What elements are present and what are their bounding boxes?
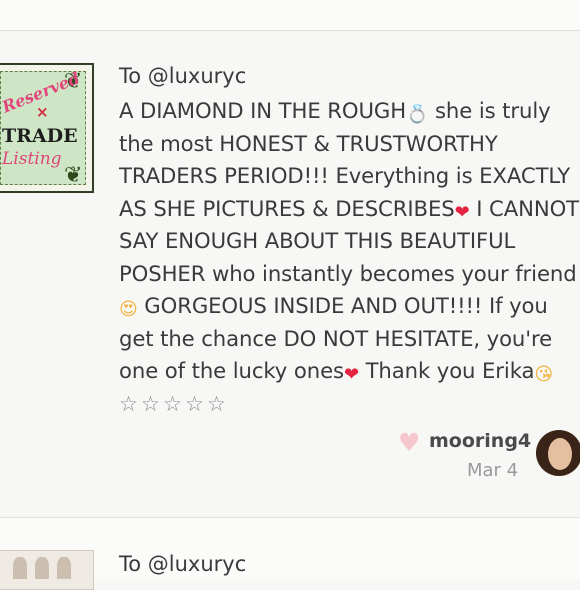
avatar-face — [548, 438, 572, 470]
comment-text: Thank you Erika — [358, 358, 535, 383]
review-comment: A DIAMOND IN THE ROUGH💍 she is truly the… — [119, 95, 580, 420]
thumbnail-x-mark: × — [36, 103, 49, 121]
floral-corner-icon: ❦ — [64, 163, 83, 188]
heart-eyes-icon: 😍 — [119, 299, 138, 320]
review-recipient[interactable]: To @luxuryc — [119, 552, 246, 576]
listing-thumbnail[interactable]: ❦ ❦ Reserved × TRADE Listing — [0, 63, 94, 193]
red-heart-icon: ❤ — [454, 201, 470, 223]
previous-card-bottom — [0, 0, 580, 30]
thumbnail-figure — [57, 557, 71, 579]
red-heart-icon: ❤ — [343, 364, 359, 385]
reviewer-username[interactable]: mooring4 — [429, 430, 531, 452]
diamond-ring-icon: 💍 — [406, 104, 429, 125]
thumbnail-trade-text: TRADE — [2, 125, 78, 147]
like-heart-icon[interactable]: ♥ — [398, 430, 420, 455]
kissing-face-icon: 😘 — [534, 364, 554, 385]
thumbnail-figure — [13, 557, 27, 579]
review-date: Mar 4 — [467, 460, 519, 481]
card-divider — [0, 30, 580, 31]
listing-thumbnail[interactable] — [0, 550, 94, 590]
review-recipient[interactable]: To @luxuryc — [119, 64, 246, 88]
reviewer-avatar[interactable] — [536, 430, 580, 476]
thumbnail-figure — [35, 557, 49, 579]
comment-text: A DIAMOND IN THE ROUGH — [119, 98, 407, 123]
star-rating-icon: ☆☆☆☆☆ — [119, 390, 229, 416]
thumbnail-listing-text: Listing — [2, 149, 62, 169]
